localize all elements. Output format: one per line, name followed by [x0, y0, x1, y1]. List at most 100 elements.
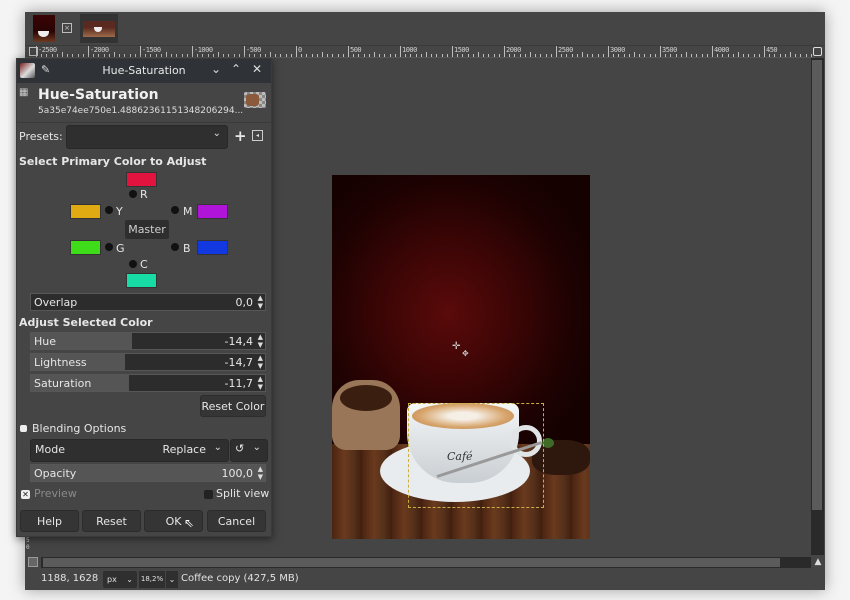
ruler-minor-tick [363, 54, 365, 57]
color-swatch-blue[interactable] [197, 240, 228, 255]
ruler-minor-tick [166, 52, 167, 57]
ruler-minor-tick [519, 54, 521, 57]
lightness-spinscale[interactable]: Lightness -14,7 ▲ ▼ [30, 353, 266, 371]
reset-button[interactable]: Reset [82, 510, 141, 532]
unit-select[interactable]: px ⌄ [103, 571, 137, 588]
color-swatch-yellow[interactable] [70, 204, 101, 219]
spin-arrows-icon[interactable]: ▲ ▼ [258, 465, 263, 481]
collapse-blending-icon[interactable] [20, 425, 27, 432]
ruler-major-tick [504, 46, 505, 57]
ruler-major-tick [608, 46, 609, 57]
vertical-scrollbar-thumb[interactable] [812, 60, 822, 510]
ruler-minor-tick [394, 54, 396, 57]
quick-mask-toggle[interactable] [28, 557, 38, 567]
ruler-menu-button[interactable] [29, 47, 38, 56]
ruler-major-tick [452, 46, 453, 57]
radio-magenta[interactable] [171, 206, 179, 214]
ruler-minor-tick [280, 54, 282, 57]
image-tab-thumbnail-landscape[interactable] [80, 14, 118, 43]
maximize-icon[interactable]: ⌃ [231, 62, 241, 76]
color-swatch-red[interactable] [126, 172, 157, 187]
zoom-fit-toggle-icon[interactable] [813, 47, 822, 56]
saturation-spinscale[interactable]: Saturation -11,7 ▲ ▼ [30, 374, 266, 392]
ruler-minor-tick [285, 54, 287, 57]
ruler-minor-tick [119, 54, 121, 57]
move-crosshair-icon: ✛ [452, 341, 461, 352]
ruler-minor-tick [587, 54, 589, 57]
ruler-minor-tick [493, 54, 495, 57]
zoom-dropdown-button[interactable]: ⌄ [166, 571, 178, 588]
ruler-minor-tick [696, 54, 698, 57]
reset-color-button[interactable]: Reset Color [200, 395, 266, 417]
ruler-major-tick [764, 46, 765, 57]
ruler-minor-tick [654, 54, 656, 57]
radio-red[interactable] [129, 190, 137, 198]
ruler-minor-tick [680, 54, 682, 57]
cancel-button[interactable]: Cancel [207, 510, 266, 532]
radio-green[interactable] [105, 243, 113, 251]
ruler-minor-tick [514, 54, 516, 57]
zoom-level-field[interactable]: 18,2% [139, 571, 165, 588]
ruler-minor-tick [290, 54, 292, 57]
spin-arrows-icon[interactable]: ▲ ▼ [258, 375, 263, 391]
help-button[interactable]: Help [20, 510, 79, 532]
navigate-icon[interactable]: ▲ [813, 557, 823, 568]
close-icon[interactable]: ✕ [252, 62, 262, 76]
dialog-titlebar[interactable]: ✎ Hue-Saturation ⌄ ⌃ ✕ [17, 59, 271, 83]
ruler-minor-tick [259, 54, 261, 57]
lightness-value: -14,7 [224, 356, 253, 369]
ruler-minor-tick [238, 54, 240, 57]
preset-menu-icon[interactable]: ◂ [252, 130, 263, 141]
radio-cyan[interactable] [129, 260, 137, 268]
ruler-label: -500 [246, 46, 261, 54]
radio-magenta-label: M [183, 205, 193, 218]
radio-yellow[interactable] [105, 206, 113, 214]
horizontal-scrollbar[interactable] [41, 557, 811, 568]
unit-value: px [107, 575, 117, 584]
dialog-header-title: Hue-Saturation [38, 87, 159, 103]
ruler-minor-tick [810, 54, 812, 57]
presets-combo[interactable]: ⌄ [66, 125, 228, 149]
ruler-minor-tick [316, 54, 318, 57]
image-tab-thumbnail-poster[interactable] [33, 15, 55, 42]
ruler-minor-tick [644, 54, 646, 57]
ruler-minor-tick [426, 52, 427, 57]
ok-button[interactable]: OK [144, 510, 203, 532]
mode-combo[interactable]: Mode Replace ⌄ [30, 439, 229, 462]
opacity-spinscale[interactable]: Opacity 100,0 ▲ ▼ [30, 464, 266, 482]
selection-marquee[interactable] [408, 403, 544, 508]
master-button[interactable]: Master [125, 220, 169, 239]
ruler-minor-tick [51, 54, 53, 57]
ruler-minor-tick [649, 54, 651, 57]
minimize-icon[interactable]: ⌄ [211, 62, 221, 76]
composite-mode-combo[interactable]: ↺ ⌄ [230, 439, 268, 462]
horizontal-scrollbar-thumb[interactable] [43, 558, 780, 567]
ruler-minor-tick [212, 54, 214, 57]
spin-arrows-icon[interactable]: ▲ ▼ [258, 333, 263, 349]
preview-checkbox[interactable]: ✕ [21, 490, 30, 499]
horizontal-ruler[interactable]: -2500 -2000 -1500 -1000 -500 0 500 1000 1500 2000… [25, 46, 815, 58]
color-swatch-magenta[interactable] [197, 204, 228, 219]
ruler-minor-tick [56, 54, 58, 57]
spin-arrows-icon[interactable]: ▲ ▼ [258, 294, 263, 310]
chevron-down-icon: ⌄ [126, 575, 133, 584]
ruler-label: 4000 [714, 46, 729, 54]
ruler-major-tick [400, 46, 401, 57]
ruler-minor-tick [576, 54, 578, 57]
ruler-minor-tick [738, 52, 739, 57]
ruler-minor-tick [368, 54, 370, 57]
add-preset-icon[interactable]: + [234, 127, 247, 145]
ruler-minor-tick [784, 54, 786, 57]
radio-blue[interactable] [171, 243, 179, 251]
vertical-scrollbar[interactable] [811, 58, 824, 555]
hue-spinscale[interactable]: Hue -14,4 ▲ ▼ [30, 332, 266, 350]
overlap-spinscale[interactable]: Overlap 0,0 ▲ ▼ [30, 293, 266, 311]
blending-options-expander[interactable]: Blending Options [32, 422, 126, 435]
close-tab-icon[interactable]: × [62, 23, 72, 33]
color-swatch-cyan[interactable] [126, 273, 157, 288]
ruler-label: 5 [26, 537, 30, 544]
spin-arrows-icon[interactable]: ▲ ▼ [258, 354, 263, 370]
color-swatch-green[interactable] [70, 240, 101, 255]
ruler-minor-tick [420, 54, 422, 57]
split-view-checkbox[interactable] [204, 490, 213, 499]
